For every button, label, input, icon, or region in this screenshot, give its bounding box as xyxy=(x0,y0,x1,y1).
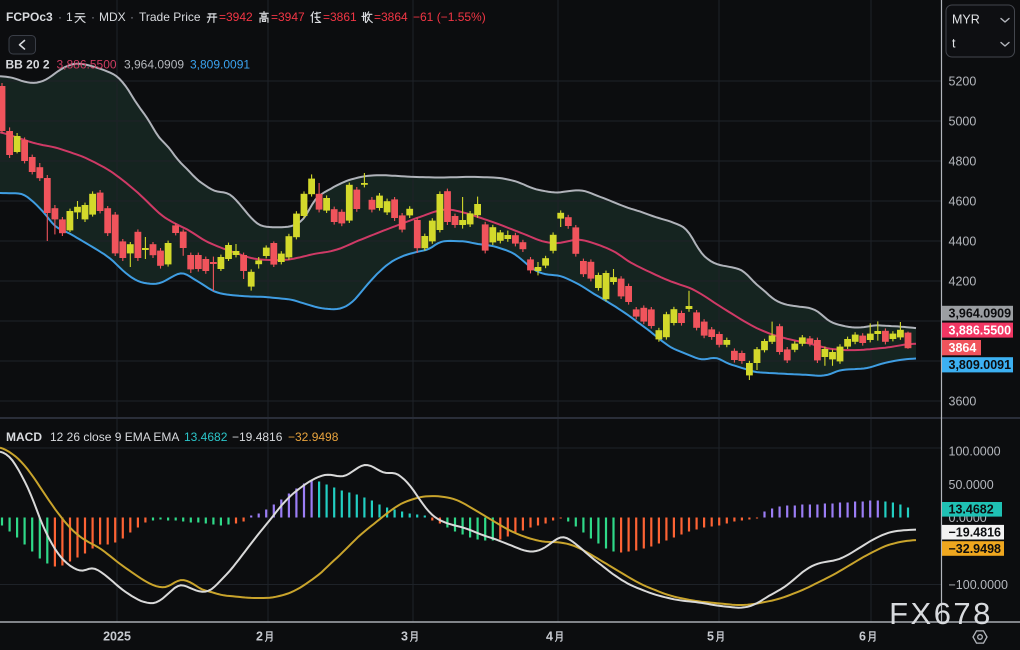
svg-text:−32.9498: −32.9498 xyxy=(288,430,339,444)
svg-text:=3861: =3861 xyxy=(323,10,357,24)
svg-text:BB 20 2: BB 20 2 xyxy=(6,58,50,72)
svg-text:−100.0000: −100.0000 xyxy=(949,578,1008,592)
svg-text:·: · xyxy=(58,10,62,24)
svg-text:13.4682: 13.4682 xyxy=(184,430,228,444)
svg-text:3,809.0091: 3,809.0091 xyxy=(949,358,1012,372)
svg-text:=3947: =3947 xyxy=(271,10,305,24)
svg-text:4200: 4200 xyxy=(949,274,977,288)
svg-text:−32.9498: −32.9498 xyxy=(949,542,1002,556)
svg-text:50.0000: 50.0000 xyxy=(949,478,994,492)
svg-text:4400: 4400 xyxy=(949,234,977,248)
svg-text:6: 6 xyxy=(859,630,866,644)
svg-text:3,809.0091: 3,809.0091 xyxy=(190,58,250,72)
svg-text:MACD: MACD xyxy=(6,430,42,444)
svg-text:1: 1 xyxy=(66,10,73,24)
svg-text:13.4682: 13.4682 xyxy=(949,503,994,517)
svg-text:2: 2 xyxy=(256,630,263,644)
svg-text:5000: 5000 xyxy=(949,114,977,128)
svg-text:·: · xyxy=(91,10,95,24)
svg-text:MYR: MYR xyxy=(952,13,980,27)
svg-text:=3942: =3942 xyxy=(219,10,253,24)
svg-text:−61 (−1.55%): −61 (−1.55%) xyxy=(413,10,486,24)
svg-text:3,964.0909: 3,964.0909 xyxy=(949,307,1012,321)
svg-text:MDX: MDX xyxy=(99,10,126,24)
svg-text:−19.4816: −19.4816 xyxy=(232,430,283,444)
svg-text:4800: 4800 xyxy=(949,154,977,168)
svg-text:FCPOc3: FCPOc3 xyxy=(6,10,53,24)
svg-text:3,886.5500: 3,886.5500 xyxy=(57,58,117,72)
svg-text:=3864: =3864 xyxy=(374,10,408,24)
svg-text:4: 4 xyxy=(546,630,553,644)
svg-text:4600: 4600 xyxy=(949,194,977,208)
svg-text:3,886.5500: 3,886.5500 xyxy=(949,323,1012,337)
svg-text:·: · xyxy=(130,10,134,24)
svg-text:12 26 close 9 EMA EMA: 12 26 close 9 EMA EMA xyxy=(50,430,179,444)
svg-text:2025: 2025 xyxy=(103,630,131,644)
svg-text:3: 3 xyxy=(401,630,408,644)
svg-text:−19.4816: −19.4816 xyxy=(949,526,1002,540)
svg-text:3864: 3864 xyxy=(949,341,977,355)
svg-text:FX678: FX678 xyxy=(889,596,993,631)
svg-text:100.0000: 100.0000 xyxy=(949,444,1001,458)
svg-text:Trade Price: Trade Price xyxy=(139,10,201,24)
svg-text:3,964.0909: 3,964.0909 xyxy=(124,58,184,72)
svg-text:3600: 3600 xyxy=(949,394,977,408)
svg-text:t: t xyxy=(952,37,956,51)
svg-text:5200: 5200 xyxy=(949,74,977,88)
svg-text:5: 5 xyxy=(707,630,714,644)
